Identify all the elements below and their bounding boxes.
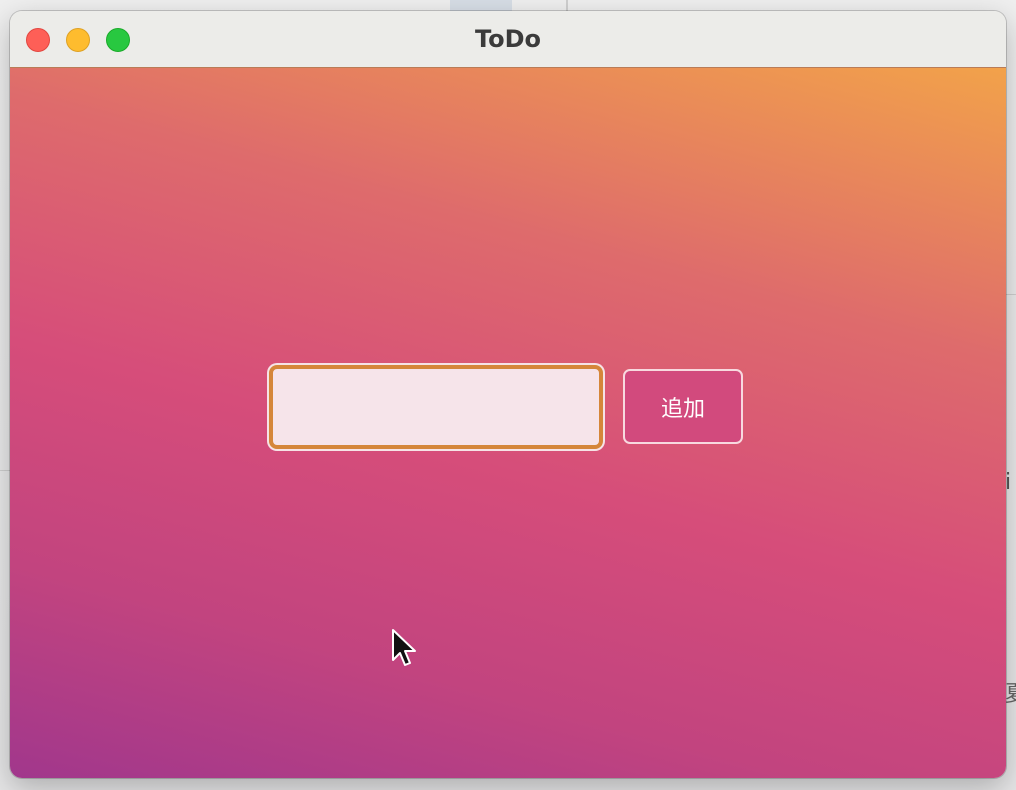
todo-input[interactable] — [269, 365, 603, 449]
title-bar[interactable]: ToDo — [10, 11, 1006, 68]
add-button[interactable]: 追加 — [623, 369, 743, 444]
window-title: ToDo — [474, 25, 542, 53]
mouse-pointer-icon — [392, 629, 416, 666]
todo-content-area: 追加 — [10, 68, 1006, 778]
app-window: ToDo 追加 — [10, 11, 1006, 778]
